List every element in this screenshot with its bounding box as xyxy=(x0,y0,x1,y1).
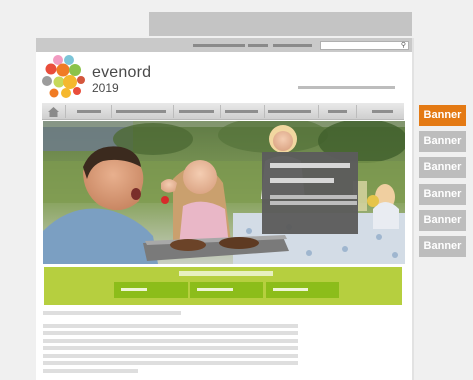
side-banner-3[interactable]: Banner xyxy=(419,157,466,178)
nav-item[interactable] xyxy=(268,110,311,113)
hero-text-overlay xyxy=(262,152,358,234)
cta-button-label xyxy=(273,288,308,291)
nav-item[interactable] xyxy=(328,110,347,113)
nav-separator xyxy=(111,105,112,118)
main-navigation xyxy=(42,103,404,120)
brand-logo-mark[interactable] xyxy=(42,55,88,99)
article-text-line xyxy=(43,339,298,343)
cta-heading-placeholder xyxy=(179,271,273,276)
overlay-text-line xyxy=(270,195,357,199)
cta-button-label xyxy=(121,288,147,291)
article-text-line xyxy=(43,369,138,373)
cta-button-label xyxy=(197,288,233,291)
utility-link[interactable] xyxy=(248,44,268,47)
top-banner-placeholder[interactable] xyxy=(149,12,412,36)
side-banner-4[interactable]: Banner xyxy=(419,184,466,205)
overlay-heading-line xyxy=(270,163,350,168)
nav-item[interactable] xyxy=(179,110,214,113)
header-tagline-placeholder xyxy=(298,86,395,89)
overlay-text-line xyxy=(270,201,357,205)
nav-item[interactable] xyxy=(225,110,258,113)
overlay-heading-line xyxy=(270,178,334,183)
home-icon[interactable] xyxy=(46,105,61,118)
nav-separator xyxy=(65,105,66,118)
article-text-line xyxy=(43,361,298,365)
article-text-line xyxy=(43,324,298,328)
search-input[interactable]: ⚲ xyxy=(320,41,409,50)
nav-item[interactable] xyxy=(77,110,101,113)
article-text-line xyxy=(43,346,298,350)
nav-separator xyxy=(318,105,319,118)
side-banner-2[interactable]: Banner xyxy=(419,131,466,152)
search-icon[interactable]: ⚲ xyxy=(401,41,406,50)
article-heading-placeholder xyxy=(43,311,181,315)
nav-separator xyxy=(356,105,357,118)
side-banner-1[interactable]: Banner xyxy=(419,105,466,126)
utility-link[interactable] xyxy=(273,44,312,47)
cta-button-2[interactable] xyxy=(190,282,263,298)
nav-item[interactable] xyxy=(372,110,393,113)
side-banner-5[interactable]: Banner xyxy=(419,210,466,231)
brand-year: 2019 xyxy=(92,81,119,95)
nav-separator xyxy=(173,105,174,118)
side-banner-6[interactable]: Banner xyxy=(419,236,466,257)
cta-button-3[interactable] xyxy=(266,282,339,298)
cta-button-1[interactable] xyxy=(114,282,188,298)
page-shadow xyxy=(412,38,414,380)
article-text-line xyxy=(43,354,298,358)
nav-separator xyxy=(220,105,221,118)
nav-item[interactable] xyxy=(116,110,166,113)
utility-link[interactable] xyxy=(193,44,245,47)
nav-separator xyxy=(264,105,265,118)
brand-name: evenord xyxy=(92,64,152,81)
article-text-line xyxy=(43,331,298,335)
